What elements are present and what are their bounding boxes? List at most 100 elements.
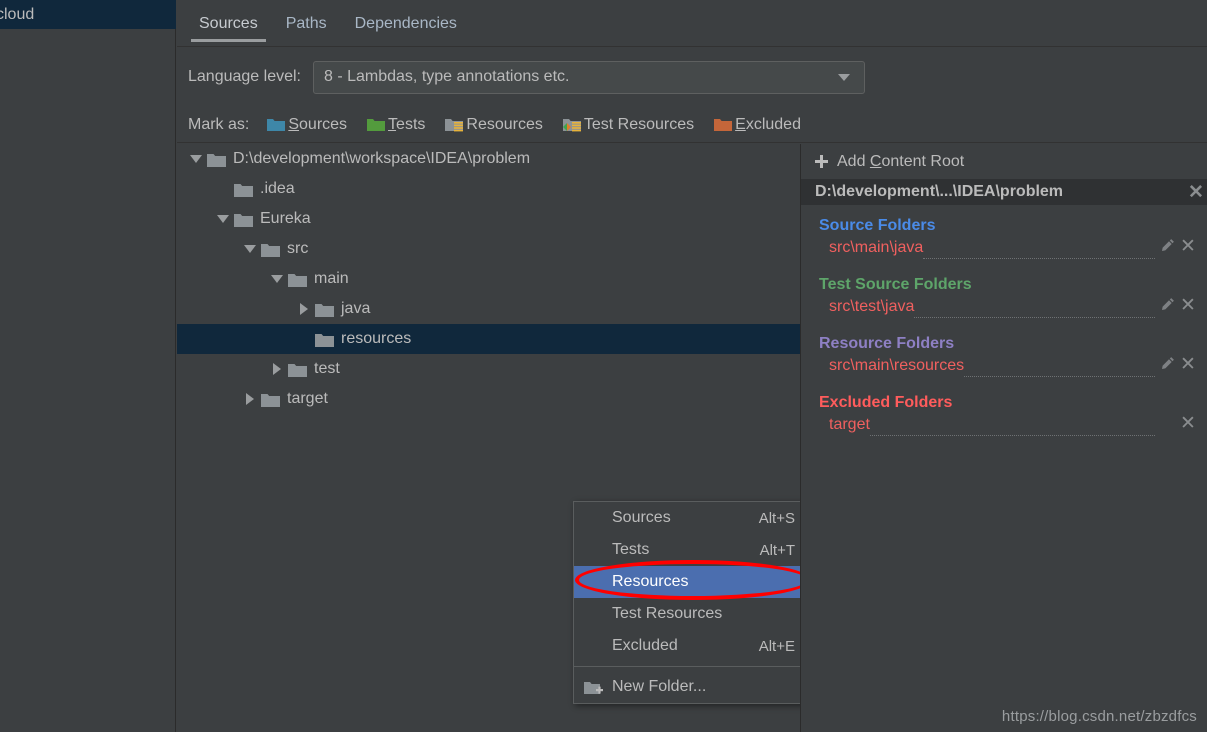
mark-as-excluded-label: xcluded (745, 115, 801, 133)
mark-as-sources-button[interactable]: Sources (267, 116, 347, 134)
section-header-resource-folders: Resource Folders (819, 335, 955, 352)
remove-folder-button[interactable]: ✕ (1177, 355, 1199, 374)
menu-item-new-folder-label: New Folder... (612, 678, 707, 695)
tree-row[interactable]: target (177, 384, 800, 414)
folder-icon (261, 243, 280, 257)
language-level-value: 8 - Lambdas, type annotations etc. (323, 68, 570, 85)
edit-folder-button[interactable] (1159, 238, 1177, 252)
tab-paths-label: Paths (285, 15, 327, 32)
mark-as-row: Mark as: Sources Tests Resources Test Re… (177, 107, 1207, 143)
language-level-row: Language level: 8 - Lambdas, type annota… (177, 47, 1207, 107)
tab-bar: Sources Paths Dependencies (177, 0, 1207, 47)
tab-dependencies[interactable]: Dependencies (341, 15, 471, 46)
tree-collapse-toggle[interactable] (185, 155, 207, 163)
menu-separator (574, 666, 800, 667)
tree-row-label: java (341, 300, 371, 317)
add-content-root-mnemonic: C (869, 152, 882, 170)
menu-item-sources[interactable]: Sources Alt+S (574, 502, 800, 534)
tree-expand-toggle[interactable] (239, 393, 261, 405)
mark-as-tests-label: ests (396, 115, 426, 133)
add-content-root-label-after: ontent Root (881, 152, 965, 170)
mark-as-context-menu[interactable]: Sources Alt+S Tests Alt+T Resources Test Reso… (573, 501, 800, 704)
watermark: https://blog.csdn.net/zbzdfcs (1001, 708, 1197, 725)
tree-collapse-toggle[interactable] (266, 275, 288, 283)
tree-expand-toggle[interactable] (266, 363, 288, 375)
mark-as-test-resources-button[interactable]: Test Resources (562, 116, 694, 134)
edit-folder-button[interactable] (1159, 356, 1177, 370)
pencil-icon[interactable] (1161, 238, 1175, 252)
chevron-down-icon (837, 73, 850, 81)
mark-as-excluded-button[interactable]: Excluded (714, 116, 801, 134)
folder-tests-icon (367, 119, 386, 131)
tab-sources[interactable]: Sources (185, 15, 272, 46)
tree-row[interactable]: test (177, 354, 800, 384)
tree-row[interactable]: main (177, 264, 800, 294)
folder-entry-row[interactable]: src\main\java ✕ (801, 237, 1207, 264)
remove-folder-button[interactable]: ✕ (1177, 296, 1199, 315)
folder-entry-path: target (829, 416, 870, 433)
main-content: Sources Paths Dependencies Language leve… (177, 0, 1207, 732)
folder-icon (261, 393, 280, 407)
folder-icon (288, 363, 307, 377)
mark-as-resources-button[interactable]: Resources (445, 116, 543, 134)
tree-row-label: test (314, 360, 340, 377)
content-roots-panel: Add Content Root D:\development\...\IDEA… (801, 144, 1207, 732)
tree-row[interactable]: D:\development\workspace\IDEA\problem (177, 144, 800, 174)
section-header-source-folders: Source Folders (819, 217, 936, 234)
tree-collapse-toggle[interactable] (212, 215, 234, 223)
content-root-header[interactable]: D:\development\...\IDEA\problem ✕ (801, 179, 1207, 205)
language-level-select[interactable]: 8 - Lambdas, type annotations etc. (312, 60, 865, 94)
mark-as-tests-button[interactable]: Tests (367, 116, 425, 134)
remove-folder-button[interactable]: ✕ (1177, 414, 1199, 433)
sidebar-item-cloud[interactable]: cloud (0, 0, 176, 29)
add-content-root-button[interactable]: Add Content Root (801, 144, 1207, 179)
tree-row[interactable]: src (177, 234, 800, 264)
content-root-tree[interactable]: D:\development\workspace\IDEA\problem .id… (177, 144, 801, 732)
folder-icon (207, 153, 226, 167)
edit-folder-button[interactable] (1159, 297, 1177, 311)
folder-entry-row[interactable]: target ✕ (801, 414, 1207, 441)
left-sidebar: cloud (0, 0, 176, 732)
tree-row[interactable]: java (177, 294, 800, 324)
tree-row-label: .idea (260, 180, 295, 197)
pencil-icon[interactable] (1161, 356, 1175, 370)
leader-dots (964, 376, 1155, 377)
menu-item-tests[interactable]: Tests Alt+T (574, 534, 800, 566)
menu-item-label: Tests (612, 541, 650, 558)
menu-item-test-resources[interactable]: Test Resources (574, 598, 800, 630)
tab-paths[interactable]: Paths (272, 15, 341, 46)
pencil-icon[interactable] (1161, 297, 1175, 311)
tree-row-label: main (314, 270, 349, 287)
leader-dots (869, 435, 1155, 436)
language-level-label: Language level: (188, 68, 301, 85)
content-root-close-icon[interactable]: ✕ (1185, 183, 1207, 202)
folder-icon (234, 213, 253, 227)
folder-entry-row[interactable]: src\test\java ✕ (801, 296, 1207, 323)
folder-test-resources-icon (562, 119, 581, 132)
idea-module-settings-window: cloud Sources Paths Dependencies Languag… (0, 0, 1207, 732)
tree-row-label: src (287, 240, 309, 257)
menu-item-new-folder[interactable]: New Folder... (574, 671, 800, 703)
tree-expand-toggle[interactable] (293, 303, 315, 315)
tree-row[interactable]: Eureka (177, 204, 800, 234)
tree-row[interactable]: resources (177, 324, 800, 354)
menu-item-excluded[interactable]: Excluded Alt+E (574, 630, 800, 662)
mark-as-sources-mnemonic: S (288, 115, 300, 133)
menu-item-resources[interactable]: Resources (574, 566, 800, 598)
folder-excluded-icon (714, 119, 733, 131)
folder-entry-row[interactable]: src\main\resources ✕ (801, 355, 1207, 382)
tree-row-label: resources (341, 330, 412, 347)
leader-dots (923, 258, 1155, 259)
tree-collapse-toggle[interactable] (239, 245, 261, 253)
section-header-test-source-folders: Test Source Folders (819, 276, 972, 293)
tree-row[interactable]: .idea (177, 174, 800, 204)
split-area: D:\development\workspace\IDEA\problem .id… (177, 144, 1207, 732)
add-content-root-label-before: Add (837, 152, 870, 170)
folder-entry-path: src\main\java (829, 239, 924, 256)
remove-folder-button[interactable]: ✕ (1177, 237, 1199, 256)
tab-dependencies-label: Dependencies (354, 15, 457, 32)
folder-icon (315, 303, 334, 317)
folder-add-icon (584, 681, 603, 694)
content-root-path: D:\development\...\IDEA\problem (815, 183, 1064, 200)
tree-row-label: D:\development\workspace\IDEA\problem (233, 150, 531, 167)
